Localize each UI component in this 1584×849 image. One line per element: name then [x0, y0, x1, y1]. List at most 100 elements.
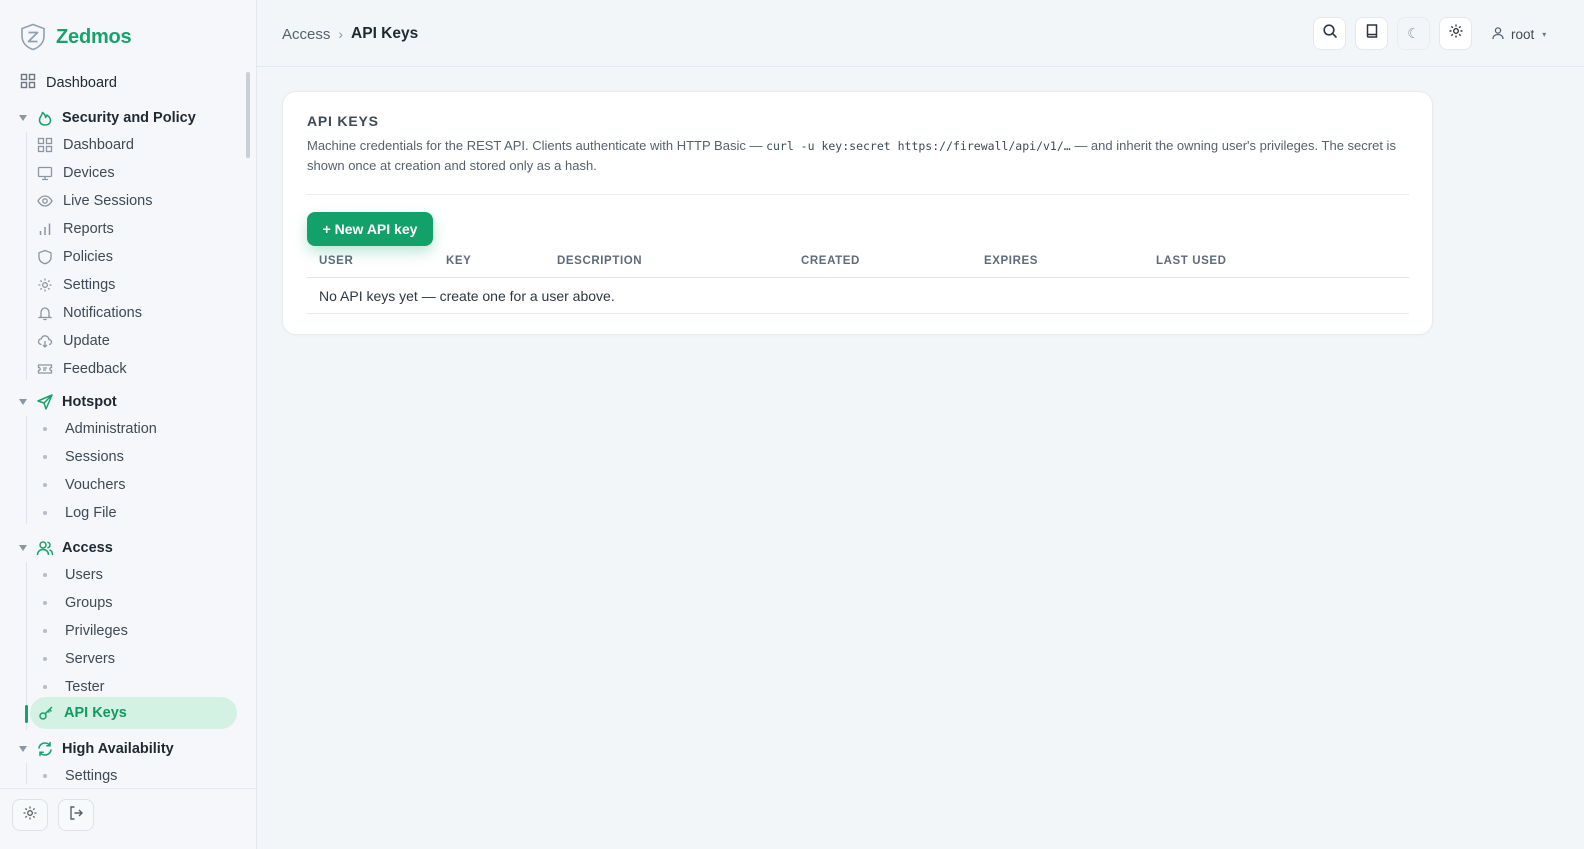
sidebar-item-live-sessions[interactable]: Live Sessions [37, 189, 237, 213]
bullet-dot [43, 455, 47, 459]
sidebar-item-feedback[interactable]: Feedback [37, 357, 237, 381]
brand-name: Zedmos [56, 25, 132, 48]
sidebar-item-tester[interactable]: Tester [37, 675, 237, 699]
hotspot-submenu: Administration Sessions Vouchers Log Fil… [26, 416, 157, 524]
book-icon [1364, 23, 1380, 44]
table-header: USER KEY DESCRIPTION CREATED EXPIRES LAS… [307, 252, 1409, 278]
user-menu[interactable]: root ▾ [1491, 22, 1546, 46]
caret-down-icon [18, 744, 28, 754]
section-security-and-policy[interactable]: Security and Policy [18, 107, 238, 129]
brand[interactable]: Zedmos [20, 22, 132, 52]
card-description: Machine credentials for the REST API. Cl… [307, 138, 1396, 173]
breadcrumb-current: API Keys [351, 25, 419, 42]
sidebar-item-api-keys[interactable]: API Keys [30, 697, 237, 729]
bullet-dot [43, 511, 47, 515]
curl-example: curl -u key:secret https://firewall/api/… [766, 139, 1071, 153]
logout-icon [68, 805, 84, 826]
bullet-dot [43, 629, 47, 633]
sidebar-item-users[interactable]: Users [37, 563, 237, 587]
column-created: CREATED [801, 255, 860, 267]
bell-icon [37, 305, 53, 321]
sidebar-item-reports[interactable]: Reports [37, 217, 237, 241]
eye-icon [37, 193, 53, 209]
bar-chart-icon [37, 221, 53, 237]
column-description: DESCRIPTION [557, 255, 643, 267]
active-indicator [25, 705, 28, 723]
sidebar-item-vouchers[interactable]: Vouchers [37, 473, 237, 497]
user-name: root [1511, 26, 1535, 42]
gear-icon [37, 277, 53, 293]
ha-submenu: Settings [26, 763, 117, 784]
sidebar-item-log-file[interactable]: Log File [37, 501, 237, 525]
footer-settings-button[interactable] [12, 799, 48, 831]
sidebar-item-devices[interactable]: Devices [37, 161, 237, 185]
sidebar: Zedmos Dashboard Security and Policy Das… [0, 0, 257, 849]
caret-down-icon [18, 543, 28, 553]
sidebar-nav: Dashboard Security and Policy Dashboard … [0, 68, 252, 784]
top-bar: Access › API Keys ☾ root ▾ [257, 0, 1584, 67]
sidebar-item-privileges[interactable]: Privileges [37, 619, 237, 643]
column-user: USER [319, 255, 354, 267]
user-icon [1491, 26, 1505, 43]
refresh-icon [36, 740, 54, 758]
bullet-dot [43, 657, 47, 661]
sidebar-item-policies[interactable]: Policies [37, 245, 237, 269]
chevron-right-icon: › [338, 26, 344, 42]
theme-toggle-button[interactable]: ☾ [1397, 17, 1430, 50]
api-keys-card: API KEYS Machine credentials for the RES… [282, 91, 1433, 335]
users-icon [36, 539, 54, 557]
search-icon [1322, 23, 1338, 44]
bullet-dot [43, 774, 47, 778]
sidebar-item-settings[interactable]: Settings [37, 273, 237, 297]
bullet-dot [43, 483, 47, 487]
header-settings-button[interactable] [1439, 17, 1472, 50]
chevron-down-icon: ▾ [1542, 29, 1547, 39]
column-expires: EXPIRES [984, 255, 1039, 267]
security-submenu: Dashboard Devices Live Sessions Reports … [26, 132, 152, 380]
caret-down-icon [18, 113, 28, 123]
sidebar-footer [0, 788, 256, 849]
sidebar-item-servers[interactable]: Servers [37, 647, 237, 671]
divider [307, 194, 1409, 195]
send-icon [36, 393, 54, 411]
dashboard-grid-icon [20, 73, 36, 93]
bullet-dot [43, 685, 47, 689]
sidebar-item-administration[interactable]: Administration [37, 417, 237, 441]
shield-icon [37, 249, 53, 265]
column-last-used: LAST USED [1156, 255, 1227, 267]
new-api-key-button[interactable]: + New API key [307, 212, 433, 246]
flame-icon [36, 109, 54, 127]
column-key: KEY [446, 255, 472, 267]
breadcrumb-parent[interactable]: Access [282, 26, 330, 43]
sidebar-item-groups[interactable]: Groups [37, 591, 237, 615]
search-button[interactable] [1313, 17, 1346, 50]
sidebar-item-notifications[interactable]: Notifications [37, 301, 237, 325]
card-title: API KEYS [307, 113, 379, 129]
bullet-dot [43, 601, 47, 605]
docs-button[interactable] [1355, 17, 1388, 50]
gear-icon [1448, 23, 1464, 44]
bullet-dot [43, 427, 47, 431]
sidebar-item-update[interactable]: Update [37, 329, 237, 353]
bullet-dot [43, 573, 47, 577]
cloud-download-icon [37, 333, 53, 349]
dashboard-grid-icon [37, 137, 53, 153]
caret-down-icon [18, 397, 28, 407]
section-high-availability[interactable]: High Availability [18, 738, 238, 760]
api-keys-table: USER KEY DESCRIPTION CREATED EXPIRES LAS… [307, 252, 1409, 314]
breadcrumb: Access › API Keys [282, 22, 418, 46]
ticket-icon [37, 361, 53, 377]
section-access[interactable]: Access [18, 537, 238, 559]
sidebar-item-sp-dashboard[interactable]: Dashboard [37, 133, 237, 157]
gear-icon [22, 805, 38, 826]
empty-state-row: No API keys yet — create one for a user … [307, 278, 1409, 314]
key-icon [38, 705, 54, 721]
monitor-icon [37, 165, 53, 181]
moon-icon: ☾ [1407, 25, 1420, 41]
sidebar-item-hotspot-sessions[interactable]: Sessions [37, 445, 237, 469]
sidebar-item-ha-settings[interactable]: Settings [37, 764, 237, 784]
logout-button[interactable] [58, 799, 94, 831]
section-hotspot[interactable]: Hotspot [18, 391, 238, 413]
shield-logo-icon [20, 23, 46, 51]
sidebar-item-dashboard[interactable]: Dashboard [20, 72, 230, 94]
